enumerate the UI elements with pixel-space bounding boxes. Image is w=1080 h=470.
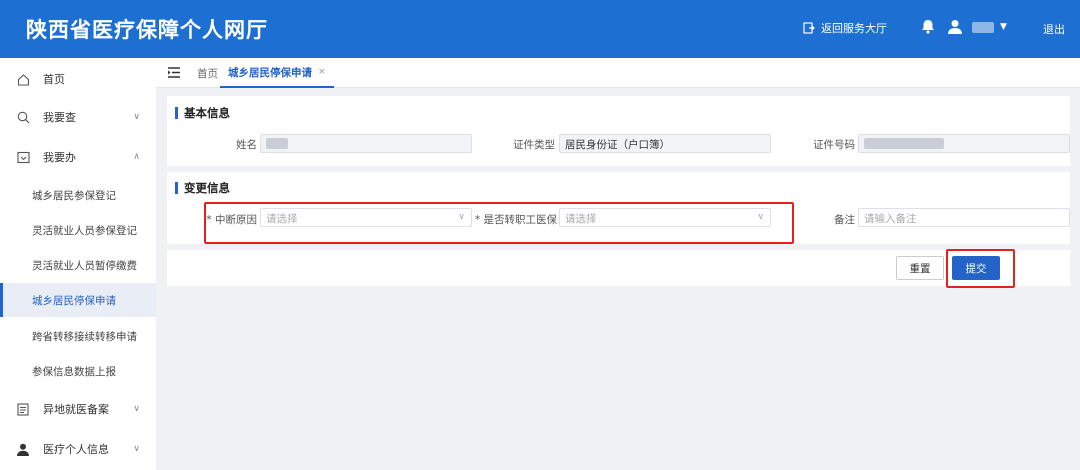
app-title: 陕西省医疗保障个人网厅 <box>26 18 268 42</box>
tab-resident-stop[interactable]: 城乡居民停保申请 × <box>220 58 334 88</box>
logout-button[interactable]: 退出 <box>1043 21 1065 37</box>
action-bar: 重置 提交 <box>167 250 1070 286</box>
home-icon <box>16 72 30 86</box>
sidebar-item-label: 异地就医备案 <box>43 403 109 416</box>
masked-value <box>266 137 288 149</box>
section-title-change: 变更信息 <box>175 182 230 194</box>
person-icon <box>16 442 30 456</box>
exit-doc-icon <box>803 22 815 34</box>
highlight-box-change-fields <box>204 202 794 244</box>
remark-label: 备注 <box>834 214 855 226</box>
chevron-up-icon: ∧ <box>133 152 140 162</box>
sidebar-subitem-resident-register[interactable]: 城乡居民参保登记 <box>0 178 156 212</box>
chevron-down-icon: ∨ <box>133 444 140 454</box>
sidebar-subitem-flexible-register[interactable]: 灵活就业人员参保登记 <box>0 213 156 247</box>
bell-icon[interactable] <box>921 19 935 34</box>
sidebar-item-handle[interactable]: 我要办 ∧ <box>0 138 156 176</box>
back-to-hall-link[interactable]: 返回服务大厅 <box>803 20 887 36</box>
sidebar-item-label: 首页 <box>43 73 65 86</box>
sidebar-item-label: 我要查 <box>43 111 76 124</box>
sidebar-subitem-resident-stop[interactable]: 城乡居民停保申请 <box>0 283 156 317</box>
sidebar: 首页 我要查 ∨ 我要办 ∧ 城乡居民参保登记 灵活就业人员参保登记 灵活就业人… <box>0 58 156 470</box>
sidebar-subitem-transfer[interactable]: 跨省转移接续转移申请 <box>0 319 156 353</box>
close-icon[interactable]: × <box>318 67 326 77</box>
sidebar-item-personal-info[interactable]: 医疗个人信息 ∨ <box>0 430 156 468</box>
collapse-menu-icon[interactable] <box>168 67 180 78</box>
back-to-hall-label: 返回服务大厅 <box>821 22 887 35</box>
search-icon <box>16 110 30 124</box>
sidebar-subitem-data-report[interactable]: 参保信息数据上报 <box>0 354 156 388</box>
name-field <box>260 134 472 153</box>
id-type-label: 证件类型 <box>513 139 555 151</box>
highlight-box-submit <box>946 249 1015 288</box>
id-type-field: 居民身份证（户口簿） <box>559 134 771 153</box>
chevron-down-icon[interactable]: ▼ <box>1000 22 1007 32</box>
document-icon <box>16 402 30 416</box>
section-title-basic: 基本信息 <box>175 107 230 119</box>
sidebar-item-remote-medical[interactable]: 异地就医备案 ∨ <box>0 390 156 428</box>
id-number-field <box>858 134 1070 153</box>
tab-home[interactable]: 首页 <box>197 66 218 81</box>
chevron-down-icon: ∨ <box>133 404 140 414</box>
name-label: 姓名 <box>236 139 257 151</box>
sidebar-item-home[interactable]: 首页 <box>0 60 156 98</box>
chevron-down-icon: ∨ <box>133 112 140 122</box>
tab-label: 城乡居民停保申请 <box>228 66 312 79</box>
remark-input[interactable]: 请输入备注 <box>858 208 1070 227</box>
sidebar-item-label: 医疗个人信息 <box>43 443 109 456</box>
id-number-label: 证件号码 <box>813 139 855 151</box>
masked-value <box>864 137 944 149</box>
reset-button[interactable]: 重置 <box>896 256 944 280</box>
basic-info-card: 基本信息 姓名 证件类型 居民身份证（户口簿） 证件号码 <box>167 96 1070 166</box>
sidebar-item-query[interactable]: 我要查 ∨ <box>0 98 156 136</box>
sidebar-item-label: 我要办 <box>43 151 76 164</box>
sidebar-subitem-flexible-pause[interactable]: 灵活就业人员暂停缴费 <box>0 248 156 282</box>
user-name-masked <box>972 22 994 33</box>
top-header: 陕西省医疗保障个人网厅 返回服务大厅 ▼ 退出 <box>0 0 1080 58</box>
inbox-icon <box>16 150 30 164</box>
user-icon[interactable] <box>948 19 962 34</box>
tab-bar: 首页 城乡居民停保申请 × <box>156 58 1080 88</box>
